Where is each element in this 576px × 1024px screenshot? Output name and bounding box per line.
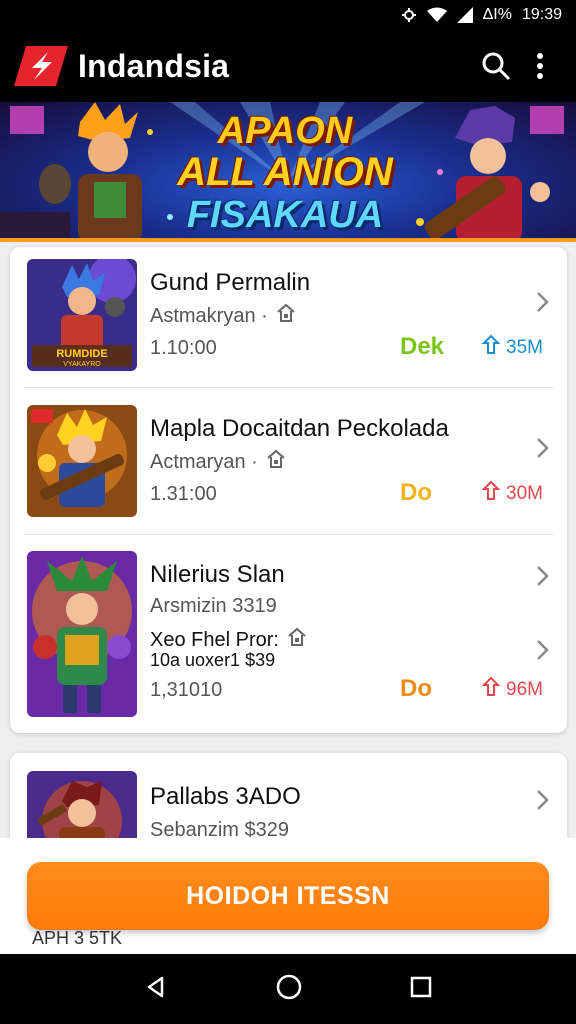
svg-text:VYAKAYRO: VYAKAYRO: [63, 361, 101, 368]
game-thumbnail: RUMDIDE VYAKAYRO: [27, 259, 137, 371]
item-tag: Do: [400, 675, 432, 702]
item-title: Gund Permalin: [150, 269, 311, 296]
download-icon: [480, 480, 502, 508]
item-developer: Arsmizin 3319: [150, 595, 277, 617]
search-icon[interactable]: [474, 44, 518, 88]
house-icon: [287, 627, 307, 653]
download-icon: [480, 334, 502, 362]
house-icon: [276, 303, 296, 329]
item-number: 1,31010: [150, 679, 223, 701]
wifi-icon: [426, 7, 447, 23]
item-developer-text: Actmaryan ·: [150, 450, 258, 473]
app-logo-icon: [14, 46, 68, 86]
item-size-text: 96M: [506, 679, 543, 700]
download-icon: [480, 676, 502, 704]
game-thumbnail: [27, 405, 137, 517]
item-title: Nilerius Slan: [150, 561, 285, 588]
item-tag: Do: [400, 479, 432, 506]
chevron-right-icon[interactable]: [531, 437, 553, 459]
status-bar: ΔΙ% 19:39: [0, 0, 576, 30]
home-icon[interactable]: [275, 973, 303, 1006]
battery-text: ΔΙ%: [482, 6, 512, 23]
clock: 19:39: [521, 6, 562, 23]
item-title: Mapla Docaitdan Peckolada: [150, 415, 449, 442]
hero-banner[interactable]: APAON ALL ANION FISAKAUA: [0, 102, 576, 242]
chevron-right-icon[interactable]: [531, 291, 553, 313]
banner-title-line3: FISAKAUA: [186, 194, 384, 236]
list-item[interactable]: Nilerius Slan Arsmizin 3319 Xeo Fhel Pro…: [10, 539, 567, 729]
app-bar: Indandsia: [0, 30, 576, 102]
item-extra-line2: 10a uoxer1 $39: [150, 650, 276, 670]
item-size: 96M: [480, 676, 543, 704]
more-options-icon[interactable]: [518, 44, 562, 88]
banner-title: APAON ALL ANION FISAKAUA: [150, 112, 420, 234]
divider: [24, 387, 553, 388]
system-navigation-bar: [0, 954, 576, 1024]
item-developer-text: Astmakryan ·: [150, 304, 268, 327]
item-number: 1.31:00: [150, 483, 217, 505]
footer-text: APH 3 5TK: [32, 928, 123, 948]
item-size: 30M: [480, 480, 543, 508]
item-number: 1.10:00: [150, 337, 217, 359]
item-title: Pallabs 3ADO: [150, 783, 301, 810]
item-size-text: 30M: [506, 483, 543, 504]
banner-title-line2: ALL ANION: [177, 150, 393, 194]
item-extra-text: Xeo Fhel Pror:: [150, 628, 279, 651]
banner-accent-line: [0, 238, 576, 242]
list-item[interactable]: RUMDIDE VYAKAYRO Gund Permalin Astmakrya…: [10, 247, 567, 392]
list-item[interactable]: Mapla Docaitdan Peckolada Actmaryan · 1.…: [10, 393, 567, 538]
house-icon: [266, 449, 286, 475]
settings-status-icon: [401, 7, 417, 23]
signal-icon: [456, 7, 473, 23]
svg-text:RUMDIDE: RUMDIDE: [56, 348, 107, 360]
item-size: 35M: [480, 334, 543, 362]
chevron-right-icon[interactable]: [531, 789, 553, 811]
item-developer: Actmaryan ·: [150, 449, 286, 475]
divider: [24, 534, 553, 535]
game-list-card: RUMDIDE VYAKAYRO Gund Permalin Astmakrya…: [10, 247, 567, 733]
item-size-text: 35M: [506, 337, 543, 358]
chevron-right-icon[interactable]: [531, 565, 553, 587]
item-developer: Astmakryan ·: [150, 303, 296, 329]
banner-title-line1: APAON: [217, 110, 353, 152]
chevron-right-icon[interactable]: [531, 639, 553, 661]
primary-action-button[interactable]: HOIDOH ITESSN: [27, 862, 549, 930]
back-icon[interactable]: [144, 975, 168, 1004]
item-tag: Dek: [400, 333, 445, 360]
recents-icon[interactable]: [410, 976, 432, 1003]
game-thumbnail: [27, 551, 137, 717]
app-title: Indandsia: [78, 47, 230, 84]
